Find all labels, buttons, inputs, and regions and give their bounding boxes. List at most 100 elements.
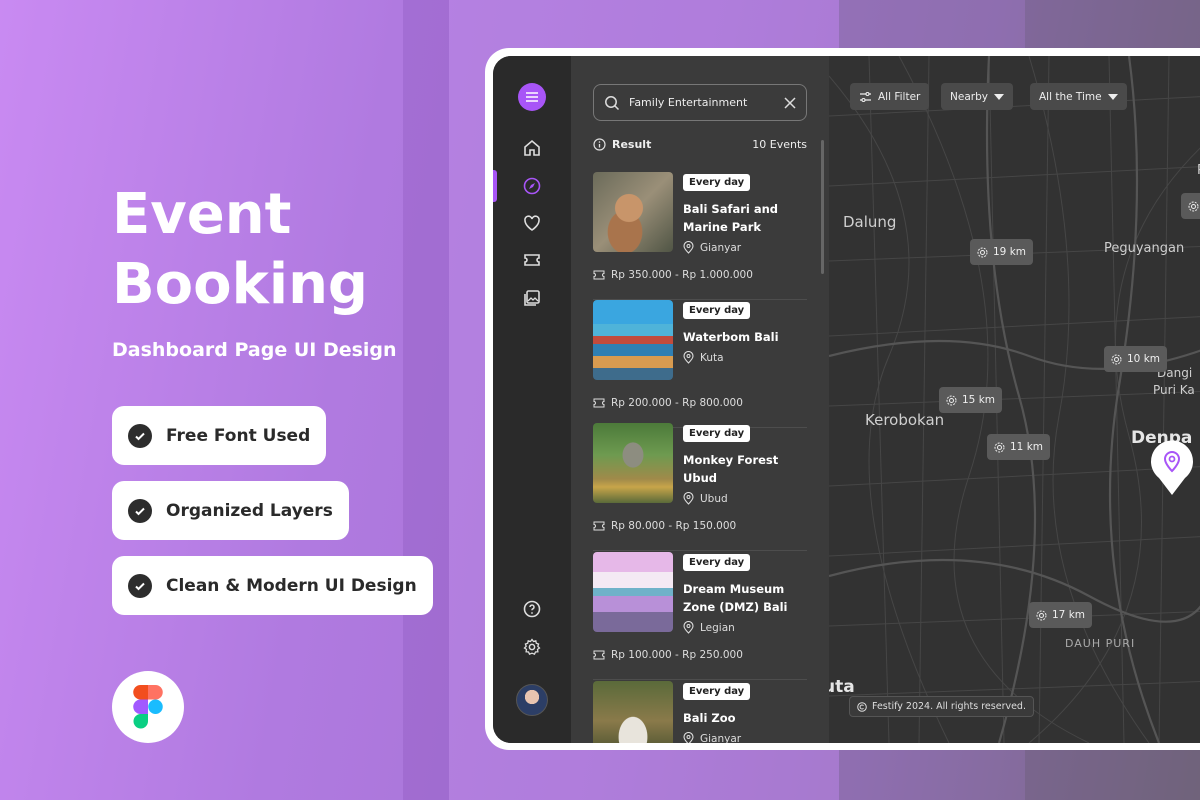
hamburger-icon [526,92,538,102]
map-pin-icon[interactable] [1149,440,1195,496]
feature-label: Clean & Modern UI Design [166,575,417,596]
location-pin-icon [683,492,694,505]
map-place-label: Puri Ka [1153,383,1195,397]
event-card[interactable]: Every day Bali Safari and Marine Park Gi… [593,172,807,300]
heart-icon[interactable] [522,213,542,233]
frequency-badge: Every day [683,174,751,191]
result-count: 10 Events [752,138,807,151]
gear-icon [994,442,1005,452]
event-list-panel: Family Entertainment Result 10 Events Ev… [571,56,829,743]
search-icon [605,95,620,110]
figma-logo [112,671,184,743]
distance-marker[interactable]: 17 km [1029,602,1093,628]
app-window: Family Entertainment Result 10 Events Ev… [493,56,1200,743]
time-dropdown[interactable]: All the Time [1030,83,1127,110]
event-price: Rp 80.000 - Rp 150.000 [593,520,736,532]
event-thumbnail [593,423,673,503]
event-name: Bali Zoo [683,711,736,725]
event-card[interactable]: Every day Monkey Forest Ubud Ubud Rp 80.… [593,423,807,551]
nearby-dropdown[interactable]: Nearby [941,83,1013,110]
active-indicator [493,170,497,202]
distance-marker[interactable]: 10 km [1104,346,1168,372]
info-icon [593,138,606,151]
location-pin-icon [683,351,694,364]
distance-marker[interactable]: 19 km [970,239,1034,265]
gallery-icon[interactable] [522,288,542,308]
check-icon [128,573,152,598]
close-icon[interactable] [784,96,796,109]
avatar[interactable] [516,684,548,716]
event-price-text: Rp 100.000 - Rp 250.000 [611,649,743,661]
frequency-badge: Every day [683,683,751,700]
help-icon[interactable] [522,599,542,619]
ticket-icon[interactable] [522,250,542,270]
location-pin-icon [683,621,694,634]
home-icon[interactable] [522,138,542,158]
map-place-label: Peguyangan [1104,241,1185,256]
distance-marker[interactable]: 11 km [987,434,1051,460]
event-location: Gianyar [683,241,741,254]
feature-pill: Organized Layers [112,481,349,540]
search-input[interactable]: Family Entertainment [629,96,775,109]
hero-title-line1: Event [112,182,292,247]
event-thumbnail [593,681,673,743]
distance-text: 10 km [1127,353,1161,365]
nearby-label: Nearby [950,90,988,103]
distance-marker[interactable]: 15 km [939,387,1003,413]
caret-down-icon [993,93,1004,100]
all-filter-label: All Filter [878,90,921,103]
result-header: Result 10 Events [593,138,807,151]
feature-pill: Free Font Used [112,406,327,465]
feature-label: Free Font Used [166,425,311,446]
distance-text: 11 km [1010,441,1044,453]
event-name: Waterbom Bali [683,330,779,344]
scrollbar[interactable] [821,140,824,274]
distance-text: 19 km [993,246,1027,258]
map-place-label: uta [829,677,855,697]
event-location-text: Gianyar [700,241,742,254]
settings-icon[interactable] [522,637,542,657]
gear-icon [946,395,957,405]
event-price: Rp 350.000 - Rp 1.000.000 [593,269,753,281]
time-label: All the Time [1039,90,1102,103]
gear-icon [1111,354,1122,364]
location-pin-icon [683,732,694,743]
event-price-text: Rp 80.000 - Rp 150.000 [611,520,737,532]
feature-label: Organized Layers [166,500,333,521]
event-name: Monkey Forest Ubud [683,453,779,485]
hero-subtitle: Dashboard Page UI Design [112,339,397,361]
compass-icon[interactable] [522,176,542,196]
event-location: Gianyar [683,732,741,743]
event-price: Rp 200.000 - Rp 800.000 [593,397,743,409]
filter-icon [860,91,871,102]
event-location-text: Kuta [700,351,724,364]
map-view[interactable]: All Filter Nearby All the Time Dalung Pe… [829,56,1200,743]
event-location: Legian [683,621,735,634]
frequency-badge: Every day [683,554,751,571]
event-thumbnail [593,300,673,380]
hero-title-line2: Booking [112,252,369,317]
gear-icon [1188,201,1199,211]
ticket-icon [593,270,605,280]
all-filter-button[interactable]: All Filter [850,83,930,110]
event-price-text: Rp 200.000 - Rp 800.000 [611,397,743,409]
ticket-icon [593,650,605,660]
menu-button[interactable] [518,83,546,111]
distance-marker[interactable] [1181,193,1200,219]
event-price: Rp 100.000 - Rp 250.000 [593,649,743,661]
copyright-text: Festify 2024. All rights reserved. [872,701,1026,712]
search-bar[interactable]: Family Entertainment [593,84,807,121]
map-place-label: Kerobokan [865,411,945,429]
hero-title: Event Booking [112,180,368,320]
caret-down-icon [1107,93,1118,100]
check-icon [128,423,152,448]
event-card[interactable]: Every day Dream Museum Zone (DMZ) Bali L… [593,552,807,680]
event-location: Kuta [683,351,724,364]
event-card[interactable]: Every day Bali Zoo Gianyar [593,681,807,743]
event-card[interactable]: Every day Waterbom Bali Kuta Rp 200.000 … [593,300,807,428]
map-place-label: Dalung [843,213,897,231]
event-name: Bali Safari and Marine Park [683,202,779,234]
event-location: Ubud [683,492,728,505]
event-name: Dream Museum Zone (DMZ) Bali [683,582,788,614]
ticket-icon [593,521,605,531]
